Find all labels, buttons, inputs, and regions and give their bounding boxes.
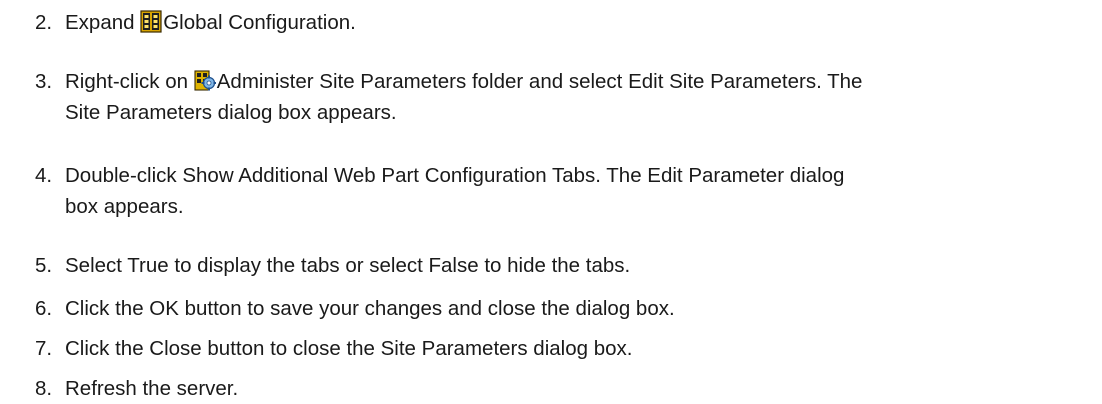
- step-text-line-2: box appears.: [65, 195, 184, 218]
- step-text: Refresh the server.: [65, 377, 239, 400]
- step-text: Click the Close button to close the Site…: [65, 337, 633, 360]
- global-configuration-icon: [140, 10, 162, 33]
- step-number: 5.: [35, 254, 53, 277]
- step-text: Right-click on Administer Site Parameter…: [65, 66, 1085, 128]
- step-text-after-icon: Global Configuration.: [163, 11, 356, 34]
- step-text-line-2: Site Parameters dialog box appears.: [65, 101, 397, 124]
- step-text: Select True to display the tabs or selec…: [65, 254, 631, 277]
- step-number: 3.: [35, 70, 53, 93]
- step-text-before-icon: Expand: [65, 11, 141, 34]
- step-number: 2.: [35, 11, 53, 34]
- step-number: 7.: [35, 337, 53, 360]
- step-number: 4.: [35, 164, 53, 187]
- administer-site-parameters-icon: [194, 70, 216, 91]
- step-text: Click the OK button to save your changes…: [65, 297, 675, 320]
- step-text-after-icon-line-1: Administer Site Parameters folder and se…: [216, 70, 863, 93]
- step-number: 6.: [35, 297, 53, 320]
- step-text: Expand Global Configuration.: [65, 7, 1085, 38]
- step-text: Double-click Show Additional Web Part Co…: [65, 160, 1085, 222]
- step-number: 8.: [35, 377, 53, 400]
- step-text-before-icon: Right-click on: [65, 70, 194, 93]
- step-text-line-1: Double-click Show Additional Web Part Co…: [65, 164, 845, 187]
